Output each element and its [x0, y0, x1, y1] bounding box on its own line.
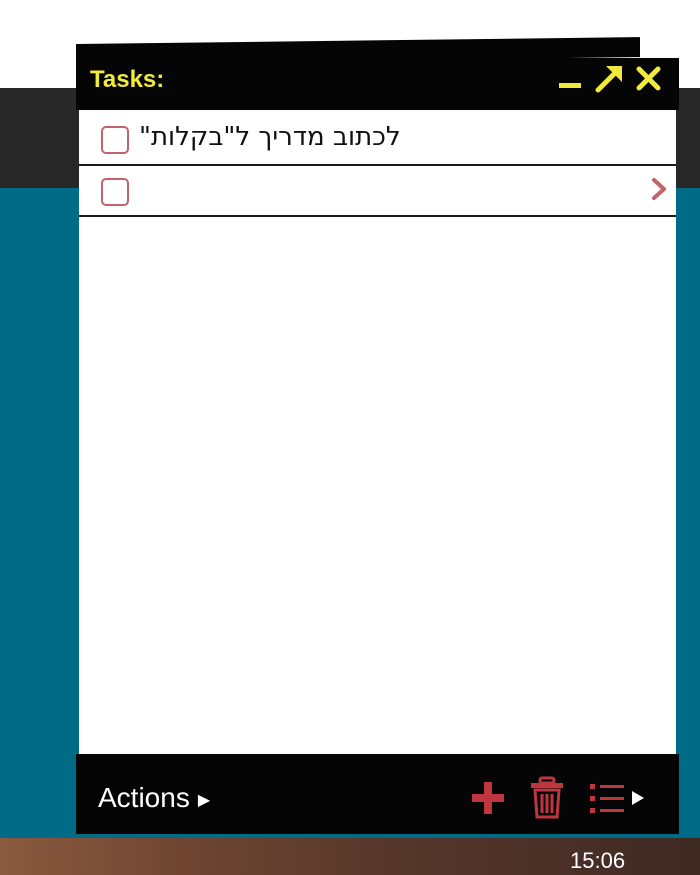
close-button[interactable]	[634, 60, 664, 96]
close-icon	[636, 66, 661, 91]
expand-button[interactable]	[594, 60, 624, 96]
add-icon[interactable]	[468, 776, 508, 820]
actions-menu-button[interactable]: Actions ▶	[98, 782, 210, 814]
list-menu-icon[interactable]	[586, 776, 650, 820]
task-checkbox[interactable]	[101, 126, 129, 154]
trash-icon[interactable]	[528, 776, 566, 820]
tasks-gadget: Tasks: לכתוב מדריך ל"בקלות" Actions ▶	[76, 37, 679, 834]
taskbar-clock[interactable]: 15:06	[570, 848, 625, 874]
minimize-icon	[559, 83, 581, 88]
task-row	[79, 166, 676, 217]
actions-label: Actions	[98, 782, 190, 813]
expand-icon	[595, 66, 622, 93]
gadget-footer: Actions ▶	[76, 754, 679, 834]
triangle-right-icon: ▶	[197, 791, 211, 809]
task-checkbox[interactable]	[101, 178, 129, 206]
chevron-right-icon[interactable]	[648, 174, 670, 204]
task-text[interactable]: לכתוב מדריך ל"בקלות"	[139, 122, 401, 152]
taskbar: 15:06	[0, 838, 700, 875]
minimize-button[interactable]	[556, 60, 586, 96]
gadget-title: Tasks:	[90, 66, 165, 93]
gadget-header: Tasks:	[76, 58, 679, 110]
task-list: לכתוב מדריך ל"בקלות"	[79, 110, 676, 754]
task-row: לכתוב מדריך ל"בקלות"	[79, 110, 676, 166]
